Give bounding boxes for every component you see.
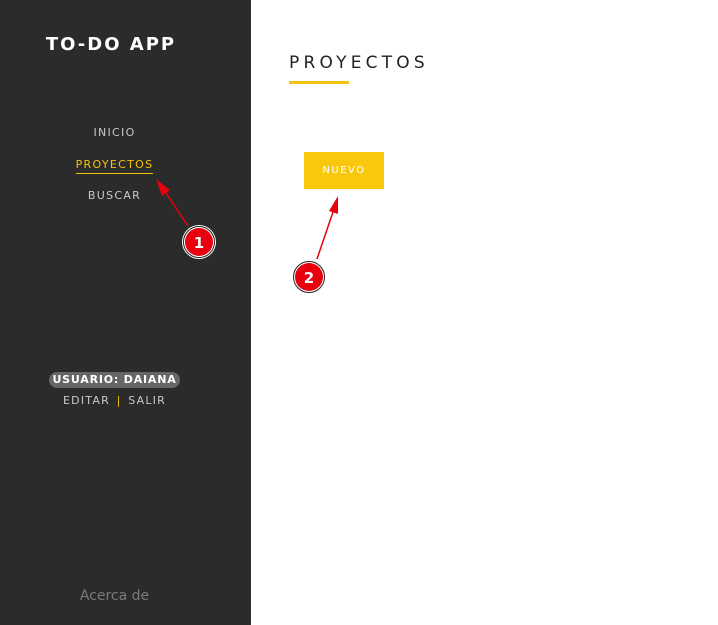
annotation-2-arrow-line: [316, 211, 334, 260]
nav-item-proyectos[interactable]: PROYECTOS: [0, 158, 229, 174]
nav-item-label: BUSCAR: [87, 189, 142, 202]
actions-separator: |: [116, 394, 122, 407]
title-underline: [289, 81, 349, 84]
annotation-2-outline: [293, 261, 325, 293]
nav-item-inicio[interactable]: INICIO: [0, 126, 229, 140]
nav-item-buscar[interactable]: BUSCAR: [0, 189, 229, 203]
annotation-2-disc: [295, 263, 323, 291]
edit-link[interactable]: EDITAR: [63, 394, 110, 407]
annotation-2-ring: [292, 260, 326, 294]
sidebar: TO-DO APP INICIO PROYECTOS BUSCAR USUARI…: [0, 0, 251, 625]
page-title: PROYECTOS: [289, 53, 429, 73]
user-badge: USUARIO: DAIANA: [49, 372, 180, 388]
nav-item-label: PROYECTOS: [75, 158, 154, 174]
user-actions: EDITAR | SALIR: [0, 394, 229, 408]
nav-item-label: INICIO: [93, 126, 136, 139]
annotation-2-number: 2: [304, 269, 314, 287]
annotation-2-arrowhead: [329, 196, 338, 214]
annotation-2: 2: [292, 196, 338, 294]
about-link[interactable]: Acerca de: [0, 587, 229, 605]
logout-link[interactable]: SALIR: [128, 394, 166, 407]
new-project-button[interactable]: NUEVO: [304, 152, 384, 189]
app-title: TO-DO APP: [45, 34, 177, 55]
